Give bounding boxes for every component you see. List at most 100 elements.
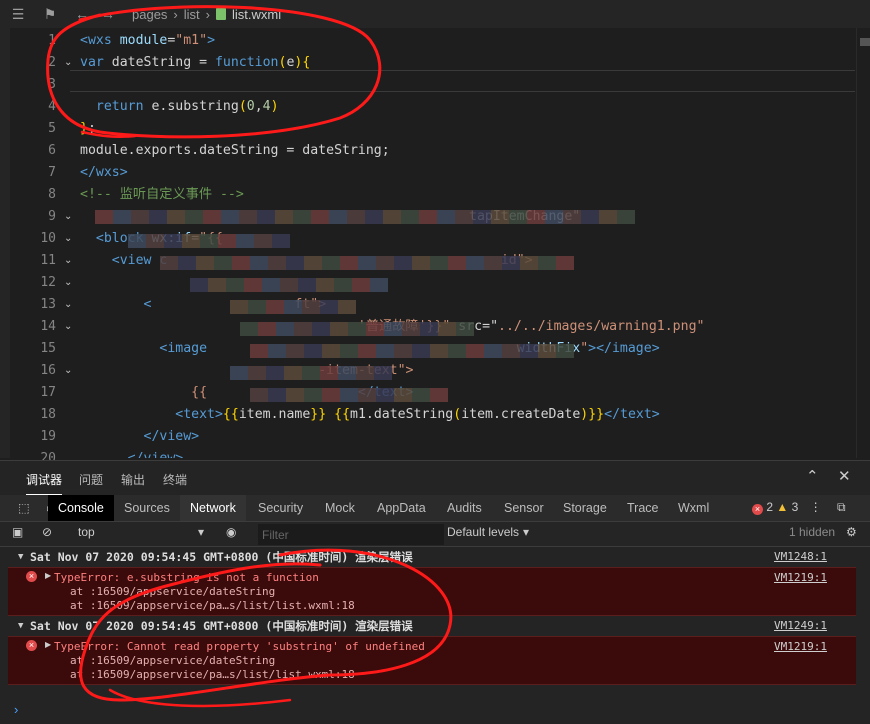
- obscured-pixel-block: [394, 256, 412, 270]
- obscured-pixel-block: [348, 322, 366, 336]
- wxml-file-icon: [216, 8, 226, 20]
- code-line[interactable]: <!-- 监听自定义事件 -->: [80, 184, 244, 206]
- expand-triangle-icon[interactable]: ▼: [18, 616, 23, 636]
- code-line[interactable]: <text>{{item.name}} {{m1.dateString(item…: [80, 404, 659, 426]
- obscured-pixel-block: [347, 210, 365, 224]
- tab-debugger[interactable]: 调试器: [26, 471, 63, 496]
- obscured-pixel-block: [312, 322, 330, 336]
- console-group-header[interactable]: ▼ Sat Nov 07 2020 09:54:45 GMT+0800 (中国标…: [0, 616, 870, 636]
- breadcrumb-pages[interactable]: pages: [132, 7, 167, 22]
- console-group-header[interactable]: ▼ Sat Nov 07 2020 09:54:45 GMT+0800 (中国标…: [0, 547, 870, 567]
- stack-frame[interactable]: at :16509/appservice/dateString: [70, 654, 275, 668]
- line-number: 13: [40, 297, 56, 312]
- source-link[interactable]: VM1248:1: [774, 547, 827, 567]
- obscured-pixel-block: [257, 210, 275, 224]
- tab-problems[interactable]: 问题: [79, 471, 103, 488]
- obscured-pixel-block: [563, 210, 581, 224]
- scrollbar-thumb[interactable]: [860, 38, 870, 46]
- forward-arrow-icon[interactable]: →: [98, 4, 118, 24]
- code-line[interactable]: return e.substring(0,4): [80, 96, 279, 118]
- chevron-down-icon[interactable]: ▾: [198, 525, 204, 539]
- code-line[interactable]: };: [80, 118, 96, 140]
- tab-mock[interactable]: Mock: [315, 495, 365, 521]
- code-line[interactable]: [80, 272, 144, 294]
- obscured-pixel-block: [412, 256, 430, 270]
- code-line[interactable]: <wxs module="m1">: [80, 30, 215, 52]
- tab-appdata[interactable]: AppData: [367, 495, 436, 521]
- breadcrumb-file[interactable]: list.wxml: [232, 7, 281, 22]
- code-line[interactable]: module.exports.dateString = dateString;: [80, 140, 390, 162]
- expand-triangle-icon[interactable]: ▶: [45, 640, 51, 649]
- tab-network[interactable]: Network: [180, 495, 246, 521]
- live-expression-eye-icon[interactable]: ◉: [226, 525, 236, 539]
- obscured-pixel-block: [248, 366, 266, 380]
- clear-console-icon[interactable]: ⊘: [42, 525, 52, 539]
- obscured-pixel-block: [338, 366, 356, 380]
- obscured-pixel-block: [266, 300, 284, 314]
- collapse-panel-icon[interactable]: ⌃: [806, 467, 819, 485]
- obscured-pixel-block: [286, 344, 304, 358]
- obscured-pixel-block: [250, 388, 268, 402]
- obscured-pixel-block: [430, 256, 448, 270]
- source-link[interactable]: VM1219:1: [774, 571, 827, 584]
- source-link[interactable]: VM1249:1: [774, 616, 827, 636]
- tab-output[interactable]: 输出: [121, 471, 145, 488]
- obscured-pixel-block: [208, 278, 226, 292]
- stack-frame[interactable]: at :16509/appservice/pa…s/list/list.wxml…: [70, 599, 355, 613]
- chevron-down-icon[interactable]: ▾: [523, 525, 529, 539]
- breadcrumb-list[interactable]: list: [184, 7, 200, 22]
- editor-scrollbar[interactable]: [856, 28, 870, 458]
- tab-storage[interactable]: Storage: [553, 495, 617, 521]
- sidebar-toggle-icon[interactable]: ▣: [12, 525, 23, 539]
- line-number: 18: [40, 407, 56, 422]
- obscured-pixel-block: [196, 256, 214, 270]
- close-panel-icon[interactable]: ✕: [838, 467, 851, 485]
- stack-frame[interactable]: at :16509/appservice/dateString: [70, 585, 275, 599]
- tab-sensor[interactable]: Sensor: [494, 495, 554, 521]
- code-line[interactable]: </view>: [80, 448, 184, 458]
- hidden-count: 1 hidden: [789, 525, 836, 539]
- obscured-pixel-block: [266, 366, 284, 380]
- tab-sources[interactable]: Sources: [114, 495, 180, 521]
- obscured-pixel-block: [538, 256, 556, 270]
- tab-audits[interactable]: Audits: [437, 495, 492, 521]
- stack-frame[interactable]: at :16509/appservice/pa…s/list/list.wxml…: [70, 668, 355, 682]
- tab-trace[interactable]: Trace: [617, 495, 669, 521]
- code-line[interactable]: </wxs>: [80, 162, 128, 184]
- code-line[interactable]: var dateString = function(e){: [80, 52, 310, 74]
- obscured-pixel-block: [376, 388, 394, 402]
- obscured-pixel-block: [330, 322, 348, 336]
- issue-badges[interactable]: × 2 ▲ 3 ⋮ ⧉: [752, 500, 846, 515]
- obscured-pixel-block: [520, 256, 538, 270]
- tab-security[interactable]: Security: [248, 495, 313, 521]
- more-options-icon[interactable]: ⋮: [810, 500, 822, 514]
- source-link[interactable]: VM1219:1: [774, 640, 827, 653]
- tab-wxml[interactable]: Wxml: [668, 495, 719, 521]
- line-number: 19: [40, 429, 56, 444]
- obscured-pixel-block: [203, 210, 221, 224]
- code-line[interactable]: </view>: [80, 426, 200, 448]
- obscured-pixel-block: [394, 344, 412, 358]
- back-arrow-icon[interactable]: ←: [72, 4, 92, 24]
- line-number: 4: [48, 99, 56, 114]
- obscured-pixel-block: [358, 388, 376, 402]
- context-selector[interactable]: top: [78, 525, 95, 539]
- obscured-pixel-block: [294, 322, 312, 336]
- list-icon[interactable]: ☰: [8, 4, 28, 24]
- obscured-pixel-block: [190, 278, 208, 292]
- dock-icon[interactable]: ⧉: [837, 500, 846, 514]
- breadcrumb-separator: ›: [173, 6, 178, 22]
- obscured-pixel-block: [340, 256, 358, 270]
- tab-terminal[interactable]: 终端: [163, 471, 187, 488]
- expand-triangle-icon[interactable]: ▶: [45, 571, 51, 580]
- obscured-pixel-block: [164, 234, 182, 248]
- line-number: 7: [48, 165, 56, 180]
- bookmark-icon[interactable]: ⚑: [40, 4, 60, 24]
- expand-triangle-icon[interactable]: ▼: [18, 547, 23, 567]
- console-filter-input[interactable]: [258, 524, 444, 545]
- settings-gear-icon[interactable]: ⚙: [846, 525, 857, 539]
- tab-console[interactable]: Console: [48, 495, 114, 521]
- console-prompt[interactable]: ›: [14, 702, 18, 717]
- obscured-pixel-block: [356, 366, 374, 380]
- log-levels-dropdown[interactable]: Default levels: [447, 525, 519, 539]
